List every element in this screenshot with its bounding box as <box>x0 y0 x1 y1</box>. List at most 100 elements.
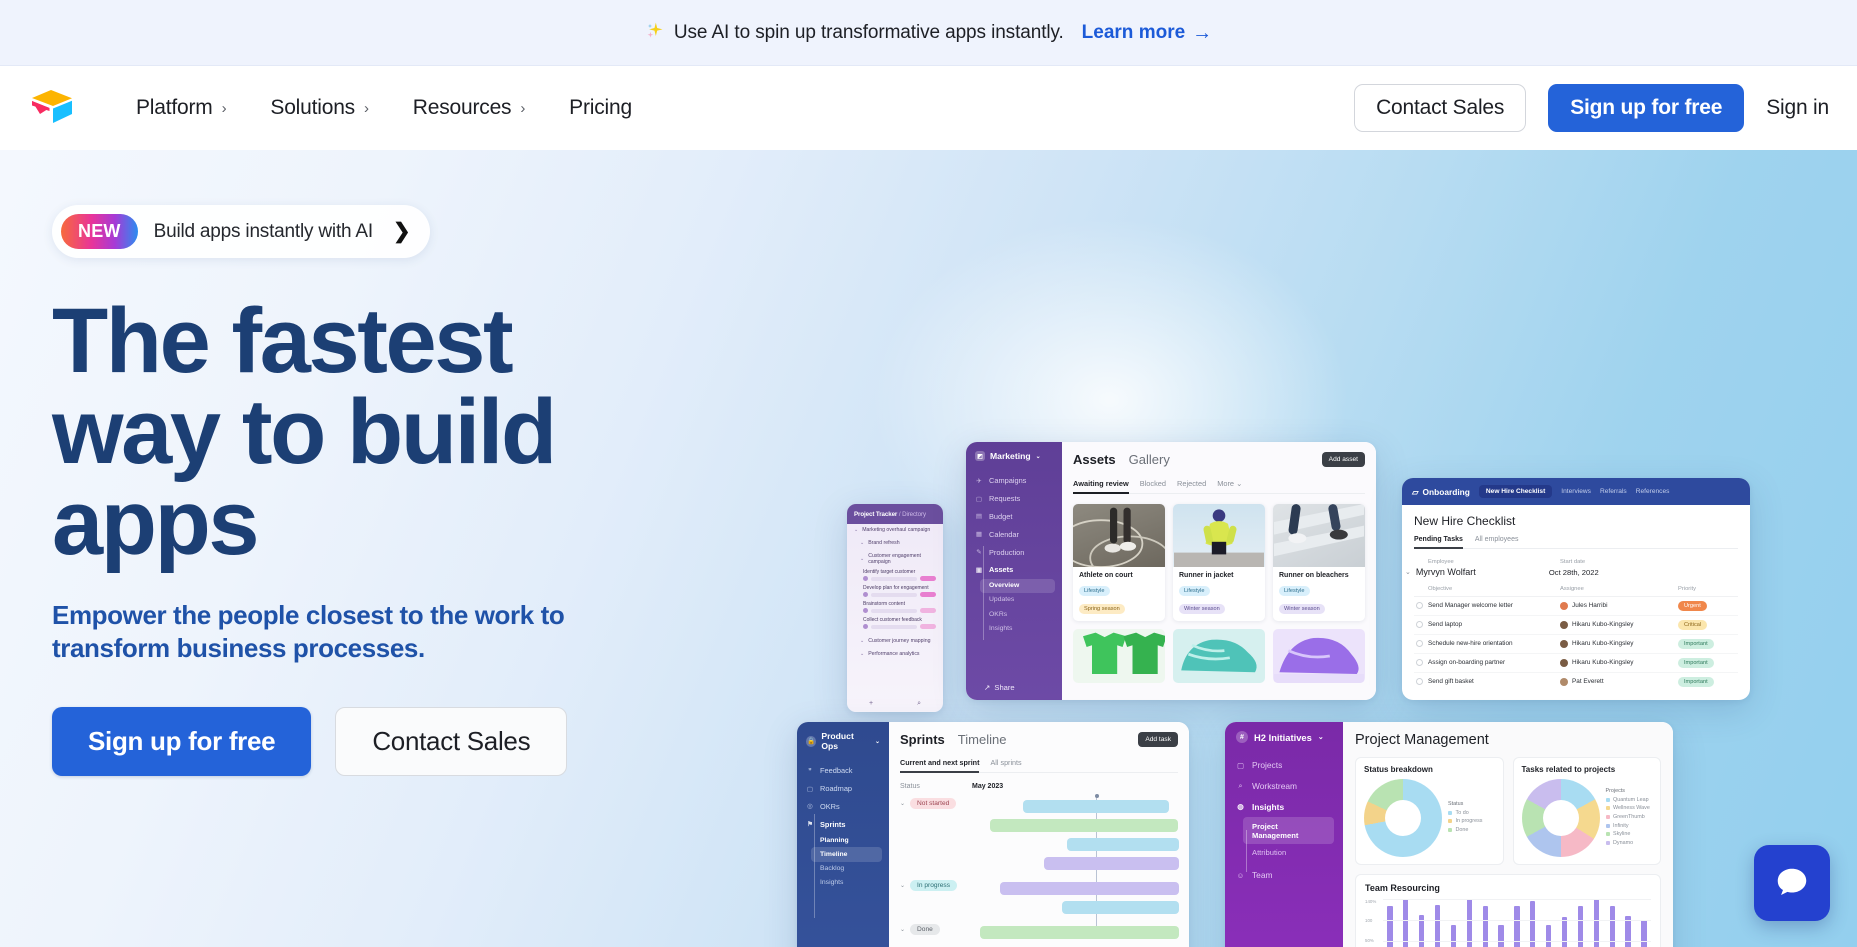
contact-sales-button[interactable]: Contact Sales <box>1354 84 1527 132</box>
mock-onboarding-card[interactable]: ▱ Onboarding New Hire Checklist Intervie… <box>1402 478 1750 700</box>
tab-references[interactable]: References <box>1636 488 1670 495</box>
bar[interactable] <box>1593 899 1599 947</box>
add-task-button[interactable]: Add task <box>1138 732 1178 747</box>
tracker-group-row[interactable]: ⌄ Customer engagement campaign <box>847 550 943 569</box>
gantt-bar[interactable] <box>1062 901 1179 914</box>
sidebar-item-campaigns[interactable]: ✈ Campaigns <box>966 472 1062 490</box>
checkbox-icon[interactable] <box>1416 621 1423 629</box>
sidebar-item-projects[interactable]: ▢ Projects <box>1225 755 1343 776</box>
plus-icon[interactable]: + <box>869 700 873 708</box>
sidebar-subitem-timeline[interactable]: Timeline <box>811 847 882 862</box>
sidebar-item-requests[interactable]: ▢ Requests <box>966 490 1062 508</box>
sidebar-item-team[interactable]: ☺ Team <box>1225 865 1343 886</box>
checkbox-icon[interactable] <box>1416 640 1423 648</box>
mock-marketing-gallery-card[interactable]: ◩ Marketing ⌄ ✈ Campaigns ▢ Requests ▤ B… <box>966 442 1376 700</box>
sidebar-item-sprints[interactable]: ⚑ Sprints <box>797 815 889 833</box>
gantt-group-not-started[interactable]: ⌄ Not started <box>900 798 957 809</box>
search-icon[interactable]: ⌕ <box>917 700 921 708</box>
tab-referrals[interactable]: Referrals <box>1600 488 1627 495</box>
sidebar-subitem-insights[interactable]: Insights <box>797 876 889 890</box>
table-row[interactable]: Send gift basket Pat Everett Important <box>1414 673 1738 691</box>
bar[interactable] <box>1498 924 1504 947</box>
sidebar-subitem-insights[interactable]: Insights <box>966 621 1062 635</box>
tab-pending-tasks[interactable]: Pending Tasks <box>1414 536 1463 549</box>
tab-all-employees[interactable]: All employees <box>1475 536 1519 543</box>
signup-button[interactable]: Sign up for free <box>1548 84 1745 132</box>
asset-thumbnail[interactable] <box>1073 629 1165 683</box>
learn-more-link[interactable]: Learn more → <box>1082 22 1212 44</box>
nav-item-pricing[interactable]: Pricing <box>547 86 654 130</box>
gantt-group-done[interactable]: ⌄ Done <box>900 924 940 935</box>
tab-all-sprints[interactable]: All sprints <box>990 758 1021 767</box>
h2-brand[interactable]: # H2 Initiatives ⌄ <box>1225 731 1343 755</box>
gantt-bar[interactable] <box>980 926 1179 939</box>
tracker-group-row[interactable]: ⌄ Customer journey mapping <box>847 634 943 647</box>
sidebar-item-okrs[interactable]: ◎ OKRs <box>797 798 889 816</box>
gantt-group-in-progress[interactable]: ⌄ In progress <box>900 880 958 891</box>
sidebar-item-assets[interactable]: ▣ Assets <box>966 561 1062 579</box>
bar[interactable] <box>1641 920 1647 947</box>
add-asset-button[interactable]: Add asset <box>1321 452 1365 467</box>
table-row[interactable]: Send laptop Hikaru Kubo-Kingsley Critica… <box>1414 616 1738 635</box>
ops-brand[interactable]: 🔒 Product Ops ⌄ <box>797 731 889 762</box>
bar[interactable] <box>1450 924 1457 947</box>
gantt-bar[interactable] <box>990 819 1178 832</box>
gantt-bar[interactable] <box>1067 838 1179 851</box>
sidebar-subitem-okrs[interactable]: OKRs <box>966 607 1062 621</box>
sidebar-item-feedback[interactable]: ❞ Feedback <box>797 762 889 780</box>
checkbox-icon[interactable] <box>1416 602 1423 610</box>
mock-product-ops-card[interactable]: 🔒 Product Ops ⌄ ❞ Feedback ▢ Roadmap ◎ O… <box>797 722 1189 947</box>
sidebar-item-workstream[interactable]: ⌕ Workstream <box>1225 776 1343 797</box>
sidebar-subitem-updates[interactable]: Updates <box>966 593 1062 607</box>
sidebar-item-production[interactable]: ✎ Production <box>966 543 1062 561</box>
bar[interactable] <box>1466 899 1472 947</box>
tab-new-hire-checklist[interactable]: New Hire Checklist <box>1478 485 1553 498</box>
tab-blocked[interactable]: Blocked <box>1140 479 1166 488</box>
mock-h2-initiatives-card[interactable]: # H2 Initiatives ⌄ ▢ Projects ⌕ Workstre… <box>1225 722 1673 947</box>
tracker-group-row[interactable]: ⌄ Brand refresh <box>847 537 943 550</box>
asset-thumbnail[interactable] <box>1173 629 1265 683</box>
asset-card[interactable]: Runner in jacket Lifestyle Winter season <box>1173 504 1265 621</box>
gantt-bar[interactable] <box>1044 857 1179 870</box>
table-row[interactable]: Assign on-boarding partner Hikaru Kubo-K… <box>1414 654 1738 673</box>
sidebar-item-roadmap[interactable]: ▢ Roadmap <box>797 780 889 798</box>
sidebar-subitem-attribution[interactable]: Attribution <box>1225 844 1343 861</box>
sidebar-item-insights[interactable]: ◍ Insights <box>1225 797 1343 818</box>
tab-rejected[interactable]: Rejected <box>1177 479 1206 488</box>
tab-current-next-sprint[interactable]: Current and next sprint <box>900 758 980 773</box>
gantt-bar[interactable] <box>1023 800 1169 813</box>
sidebar-subitem-project-management[interactable]: Project Management <box>1243 817 1334 844</box>
nav-item-solutions[interactable]: Solutions › <box>248 86 390 130</box>
tracker-group-row[interactable]: ⌄ Marketing overhaul campaign <box>847 524 943 537</box>
marketing-brand[interactable]: ◩ Marketing ⌄ <box>966 451 1062 472</box>
bar[interactable] <box>1403 899 1409 947</box>
chat-widget-button[interactable] <box>1754 845 1830 921</box>
checkbox-icon[interactable] <box>1416 659 1423 667</box>
asset-thumbnail[interactable] <box>1273 629 1365 683</box>
airtable-logo[interactable] <box>30 88 74 128</box>
sidebar-subitem-planning[interactable]: Planning <box>797 833 889 847</box>
sidebar-subitem-overview[interactable]: Overview <box>980 578 1055 593</box>
sidebar-item-calendar[interactable]: ▦ Calendar <box>966 525 1062 543</box>
tab-interviews[interactable]: Interviews <box>1561 488 1591 495</box>
asset-card[interactable]: Athlete on court Lifestyle Spring season <box>1073 504 1165 621</box>
bar[interactable] <box>1561 917 1568 947</box>
nav-item-platform[interactable]: Platform › <box>114 86 248 130</box>
nav-item-resources[interactable]: Resources › <box>391 86 547 130</box>
onboarding-brand[interactable]: ▱ Onboarding <box>1412 487 1470 497</box>
onboarding-employee-row[interactable]: ⌄ Myrvyn Wolfart Oct 28th, 2022 <box>1405 567 1738 577</box>
bar[interactable] <box>1546 924 1552 947</box>
tracker-group-row[interactable]: ⌄ Performance analytics <box>847 647 943 660</box>
signin-link[interactable]: Sign in <box>1766 96 1829 120</box>
gantt-bar[interactable] <box>1000 882 1179 895</box>
tab-awaiting-review[interactable]: Awaiting review <box>1073 479 1129 494</box>
table-row[interactable]: Schedule new-hire orientation Hikaru Kub… <box>1414 635 1738 654</box>
asset-card[interactable]: Runner on bleachers Lifestyle Winter sea… <box>1273 504 1365 621</box>
tab-more[interactable]: More ⌄ <box>1217 479 1242 488</box>
mock-project-tracker-card[interactable]: Project Tracker / Directory ⌄ Marketing … <box>847 504 943 712</box>
share-button[interactable]: ↗ Share <box>984 683 1015 692</box>
table-row[interactable]: Send Manager welcome letter Jules Harrib… <box>1414 597 1738 616</box>
sidebar-subitem-backlog[interactable]: Backlog <box>797 862 889 876</box>
checkbox-icon[interactable] <box>1416 678 1423 686</box>
sidebar-item-budget[interactable]: ▤ Budget <box>966 508 1062 526</box>
